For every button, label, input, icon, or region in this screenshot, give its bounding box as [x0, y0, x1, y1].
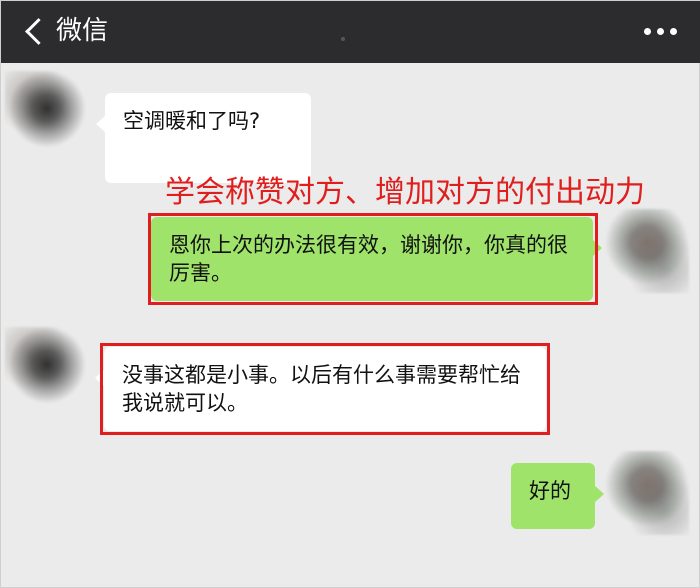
- avatar-left[interactable]: [5, 327, 89, 411]
- message-bubble-left[interactable]: 空调暖和了吗?: [96, 93, 311, 183]
- chat-window: 微信 空调暖和了吗? 学会称赞对方、增加对方的付出动力 恩你上次的办法很有效，谢…: [0, 0, 700, 588]
- message-bubble-right[interactable]: 好的: [511, 463, 604, 529]
- message-text: 空调暖和了吗?: [123, 109, 261, 133]
- chevron-left-icon: [25, 17, 52, 45]
- avatar-right[interactable]: [605, 451, 689, 535]
- annotation-text: 学会称赞对方、增加对方的付出动力: [165, 175, 645, 210]
- status-dot: [341, 37, 345, 41]
- highlight-box: [100, 343, 550, 435]
- back-button[interactable]: 微信: [25, 13, 109, 49]
- top-bar: 微信: [1, 1, 700, 63]
- more-dots-icon[interactable]: [644, 17, 677, 45]
- avatar-right[interactable]: [605, 209, 689, 293]
- avatar-left[interactable]: [5, 71, 89, 155]
- highlight-box: [148, 213, 598, 305]
- message-text: 好的: [529, 479, 571, 503]
- back-label: 微信: [56, 16, 109, 46]
